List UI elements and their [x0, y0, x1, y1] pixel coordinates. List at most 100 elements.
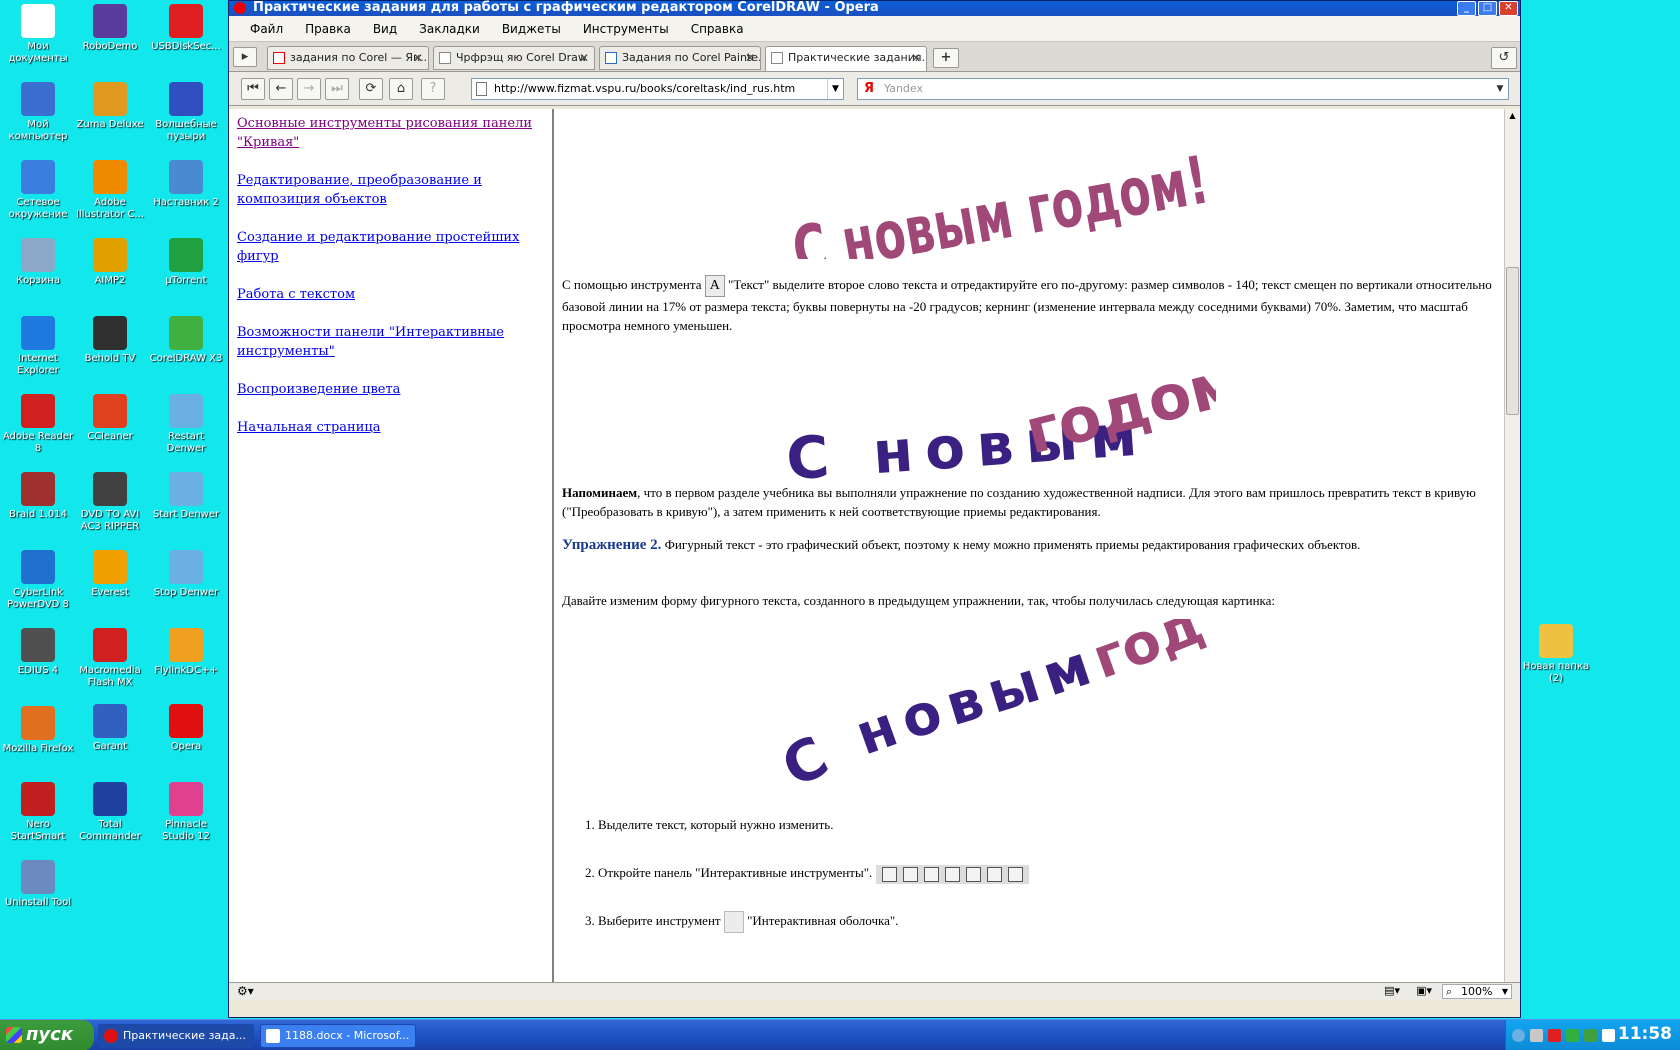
- app-icon: [169, 550, 203, 584]
- tab-close-icon[interactable]: ✕: [745, 47, 755, 69]
- panel-toggle-button[interactable]: ▸: [233, 47, 257, 67]
- tab-close-icon[interactable]: ✕: [579, 47, 589, 69]
- desktop-icon[interactable]: Pinnacle Studio 12: [148, 782, 224, 843]
- desktop-icon[interactable]: Сетевое окружение: [0, 160, 76, 221]
- title-bar[interactable]: Практические задания для работы с графич…: [229, 1, 1520, 16]
- menu-widgets[interactable]: Виджеты: [491, 22, 572, 36]
- scroll-thumb[interactable]: [1506, 267, 1519, 415]
- yandex-favicon-icon: [273, 52, 285, 64]
- desktop-icon[interactable]: FlylinkDC++: [148, 628, 224, 677]
- tray-arrow-icon[interactable]: [1512, 1029, 1525, 1042]
- back-button[interactable]: ←: [269, 78, 293, 100]
- tab-4-active[interactable]: Практические задания... ✕: [765, 46, 927, 72]
- task-word[interactable]: 1188.docx - Microsof...: [260, 1024, 416, 1048]
- tray-volume-icon[interactable]: [1602, 1029, 1615, 1042]
- maximize-button[interactable]: □: [1478, 1, 1497, 16]
- vertical-scrollbar[interactable]: ▲ ▼: [1504, 109, 1520, 1000]
- desktop-icon[interactable]: AIMP2: [72, 238, 148, 287]
- link-simple-shapes[interactable]: Создание и редактирование простейших фиг…: [237, 228, 544, 266]
- reload-button[interactable]: ⟳: [359, 78, 383, 100]
- tab-3[interactable]: Задания по Corel Painte... ✕: [599, 46, 761, 70]
- link-interactive-tools[interactable]: Возможности панели "Интерактивные инстру…: [237, 323, 544, 361]
- desktop-icon[interactable]: RoboDemo: [72, 4, 148, 53]
- image-mode-icon[interactable]: ▣▾: [1416, 984, 1432, 997]
- desktop-icon[interactable]: Macromedia Flash MX: [72, 628, 148, 689]
- desktop-icon[interactable]: Adobe Reader 8: [0, 394, 76, 455]
- desktop-icon[interactable]: Total Commander: [72, 782, 148, 843]
- wand-button[interactable]: ?: [421, 78, 445, 100]
- tray-flylink-icon[interactable]: [1584, 1029, 1597, 1042]
- view-mode-icon[interactable]: ▤▾: [1384, 984, 1400, 997]
- desktop-icon[interactable]: DVD TO AVI AC3 RIPPER: [72, 472, 148, 533]
- zoom-dropdown-icon[interactable]: ▼: [1502, 985, 1508, 998]
- task-opera[interactable]: Практические зада...: [98, 1024, 254, 1048]
- shadow-tool-icon: [986, 866, 1002, 882]
- tray-torrent-icon[interactable]: [1566, 1029, 1579, 1042]
- desktop-icon[interactable]: Everest: [72, 550, 148, 599]
- desktop-icon[interactable]: CyberLink PowerDVD 8: [0, 550, 76, 611]
- desktop-icon[interactable]: Braid 1.014: [0, 472, 76, 521]
- desktop-icon[interactable]: EDIUS 4: [0, 628, 76, 677]
- desktop-icon[interactable]: Nero StartSmart: [0, 782, 76, 843]
- desktop-icon[interactable]: Волшебные пузыри: [148, 82, 224, 143]
- desktop-icon[interactable]: Мои документы: [0, 4, 76, 65]
- search-field[interactable]: Я Yandex ▼: [857, 78, 1509, 100]
- link-text[interactable]: Работа с текстом: [237, 285, 544, 304]
- desktop-icon[interactable]: Start Denwer: [148, 472, 224, 521]
- desktop-icon[interactable]: CorelDRAW X3: [148, 316, 224, 365]
- minimize-button[interactable]: _: [1457, 1, 1476, 16]
- desktop-icon[interactable]: Zuma Deluxe: [72, 82, 148, 131]
- address-field[interactable]: http://www.fizmat.vspu.ru/books/coreltas…: [471, 78, 844, 100]
- desktop-icon[interactable]: CCleaner: [72, 394, 148, 443]
- desktop-icon[interactable]: Uninstall Tool: [0, 860, 76, 909]
- menu-bookmarks[interactable]: Закладки: [408, 22, 491, 36]
- address-dropdown-icon[interactable]: ▼: [827, 79, 843, 99]
- zoom-control[interactable]: ⌕ 100% ▼: [1442, 984, 1512, 999]
- sidebar-nav: Основные инструменты рисования панели "К…: [229, 109, 554, 1000]
- art-text-image-2: С новым годом!: [786, 339, 1216, 493]
- close-button[interactable]: ✕: [1499, 1, 1518, 16]
- desktop-icon[interactable]: USBDiskSec...: [148, 4, 224, 53]
- desktop-icon[interactable]: Internet Explorer: [0, 316, 76, 377]
- forward-button[interactable]: →: [297, 78, 321, 100]
- home-button[interactable]: ⌂: [389, 78, 413, 100]
- tab-close-icon[interactable]: ✕: [413, 47, 423, 69]
- app-icon: [169, 316, 203, 350]
- new-tab-button[interactable]: +: [933, 48, 959, 68]
- menu-tools[interactable]: Инструменты: [572, 22, 680, 36]
- menu-view[interactable]: Вид: [362, 22, 408, 36]
- desktop-icon[interactable]: Наставник 2: [148, 160, 224, 209]
- desktop-icon[interactable]: Garant: [72, 704, 148, 753]
- search-dropdown-icon[interactable]: ▼: [1492, 79, 1508, 99]
- link-color[interactable]: Воспроизведение цвета: [237, 380, 544, 399]
- link-curve-tools[interactable]: Основные инструменты рисования панели "К…: [237, 114, 544, 152]
- tray-antivirus-icon[interactable]: [1548, 1029, 1561, 1042]
- app-icon: [21, 82, 55, 116]
- desktop-icon[interactable]: Adobe Illustrator C...: [72, 160, 148, 221]
- fast-forward-button[interactable]: ⏭: [325, 78, 349, 100]
- menu-file[interactable]: Файл: [239, 22, 294, 36]
- tray-network-icon[interactable]: [1530, 1029, 1543, 1042]
- trash-closed-tabs-icon[interactable]: ↺: [1491, 47, 1517, 69]
- desktop-icon[interactable]: µTorrent: [148, 238, 224, 287]
- start-button[interactable]: пуск: [0, 1020, 94, 1050]
- rewind-button[interactable]: ⏮: [241, 78, 265, 100]
- desktop-icon-label: Pinnacle Studio 12: [162, 819, 210, 842]
- menu-edit[interactable]: Правка: [294, 22, 362, 36]
- desktop-icon[interactable]: Stop Denwer: [148, 550, 224, 599]
- desktop-icon[interactable]: Корзина: [0, 238, 76, 287]
- menu-help[interactable]: Справка: [680, 22, 755, 36]
- desktop-icon[interactable]: Mozilla Firefox: [0, 706, 76, 755]
- link-home[interactable]: Начальная страница: [237, 418, 544, 437]
- scroll-up-arrow[interactable]: ▲: [1505, 109, 1520, 123]
- tab-2[interactable]: Чрфрэщ яю Corel Draw ✕: [433, 46, 595, 70]
- status-menu-icon[interactable]: ⚙▾: [237, 984, 254, 998]
- desktop-icon[interactable]: Мой компьютер: [0, 82, 76, 143]
- link-editing-objects[interactable]: Редактирование, преобразование и компози…: [237, 171, 544, 209]
- tab-close-icon[interactable]: ✕: [911, 47, 921, 69]
- tab-1[interactable]: задания по Corel — Ян... ✕: [267, 46, 429, 70]
- desktop-icon[interactable]: Новая папка (2): [1518, 624, 1594, 685]
- desktop-icon[interactable]: Behold TV: [72, 316, 148, 365]
- desktop-icon[interactable]: Opera: [148, 704, 224, 753]
- desktop-icon[interactable]: Restart Denwer: [148, 394, 224, 455]
